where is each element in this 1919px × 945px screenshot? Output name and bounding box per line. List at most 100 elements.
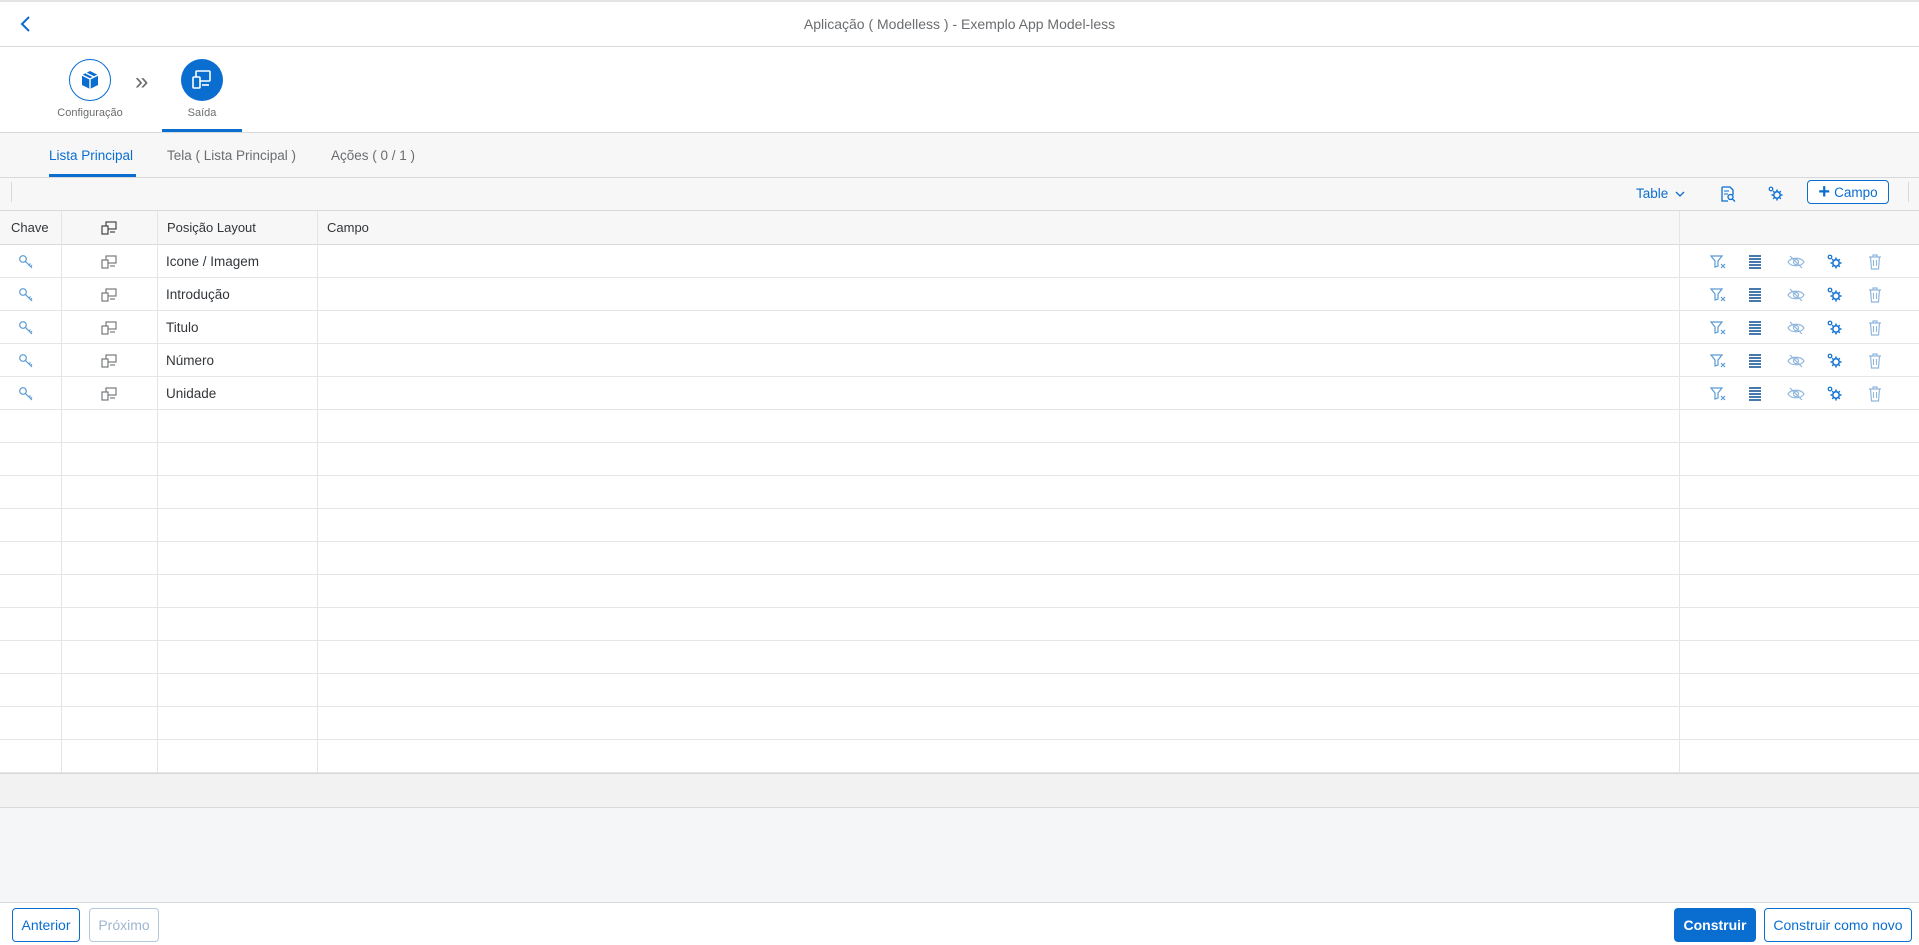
key-icon[interactable] <box>17 319 35 337</box>
filter-clear-icon[interactable] <box>1709 286 1727 304</box>
filter-clear-icon[interactable] <box>1709 253 1727 271</box>
hide-icon[interactable] <box>1787 385 1805 403</box>
column-divider <box>317 211 318 773</box>
settings-icon[interactable] <box>1826 385 1844 403</box>
table-body: Icone / Imagem Introdução Titulo Número Unid… <box>0 245 1919 773</box>
tab-lista-principal[interactable]: Lista Principal <box>49 148 133 163</box>
devices-icon <box>100 286 118 304</box>
text-align-justified-icon[interactable] <box>1746 319 1764 337</box>
column-divider <box>61 211 62 773</box>
table-header: Chave Posição Layout Campo <box>0 211 1919 245</box>
tab-acoes[interactable]: Ações ( 0 / 1 ) <box>331 148 415 163</box>
wizard-steps: Configuração » Saída <box>0 47 1919 133</box>
position-layout-cell: Número <box>166 353 215 368</box>
delete-icon[interactable] <box>1866 286 1884 304</box>
wizard-step-configuracao[interactable]: Configuração <box>40 59 140 119</box>
filter-clear-icon[interactable] <box>1709 352 1727 370</box>
text-align-justified-icon[interactable] <box>1746 385 1764 403</box>
filter-clear-icon[interactable] <box>1709 319 1727 337</box>
text-align-justified-icon[interactable] <box>1746 286 1764 304</box>
settings-icon[interactable] <box>1826 319 1844 337</box>
settings-gears-icon[interactable] <box>1765 183 1787 205</box>
app-header: Aplicação ( Modelless ) - Exemplo App Mo… <box>0 2 1919 47</box>
wizard-step-label: Saída <box>187 107 217 119</box>
construir-como-novo-button[interactable]: Construir como novo <box>1764 908 1912 942</box>
table-row[interactable]: Titulo <box>0 311 1919 344</box>
search-document-icon[interactable] <box>1717 183 1739 205</box>
active-step-indicator <box>162 129 242 132</box>
separator <box>1908 182 1909 202</box>
footer-bar: Anterior Próximo Construir Construir com… <box>0 902 1919 945</box>
devices-icon <box>100 219 118 237</box>
key-icon[interactable] <box>17 385 35 403</box>
add-campo-button[interactable]: + Campo <box>1807 180 1889 204</box>
table-row-empty <box>0 476 1919 509</box>
table-row[interactable]: Número <box>0 344 1919 377</box>
add-campo-label: Campo <box>1834 184 1878 200</box>
filter-clear-icon[interactable] <box>1709 385 1727 403</box>
table-row[interactable]: Introdução <box>0 278 1919 311</box>
position-layout-cell: Icone / Imagem <box>166 254 260 269</box>
view-select-value: Table <box>1636 186 1669 201</box>
hide-icon[interactable] <box>1787 319 1805 337</box>
key-icon[interactable] <box>17 352 35 370</box>
table-row-empty <box>0 608 1919 641</box>
table-row-empty <box>0 707 1919 740</box>
table-row-empty <box>0 641 1919 674</box>
table-row[interactable]: Icone / Imagem <box>0 245 1919 278</box>
hide-icon[interactable] <box>1787 253 1805 271</box>
column-header-campo[interactable]: Campo <box>327 220 369 235</box>
column-divider <box>1679 211 1680 773</box>
table-row[interactable]: Unidade <box>0 377 1919 410</box>
page-title: Aplicação ( Modelless ) - Exemplo App Mo… <box>803 16 1116 32</box>
tab-tela-lista-principal[interactable]: Tela ( Lista Principal ) <box>167 148 296 163</box>
delete-icon[interactable] <box>1866 319 1884 337</box>
table-row-empty <box>0 575 1919 608</box>
text-align-justified-icon[interactable] <box>1746 352 1764 370</box>
table-row-empty <box>0 443 1919 476</box>
key-icon[interactable] <box>17 253 35 271</box>
table-row-empty <box>0 410 1919 443</box>
settings-icon[interactable] <box>1826 352 1844 370</box>
separator <box>11 182 12 202</box>
settings-icon[interactable] <box>1826 286 1844 304</box>
view-select[interactable]: Table <box>1636 186 1686 201</box>
chevron-double-right-icon: » <box>135 68 149 95</box>
chevron-down-icon <box>1675 191 1685 197</box>
devices-icon <box>100 253 118 271</box>
proximo-button[interactable]: Próximo <box>89 908 159 942</box>
devices-icon <box>100 319 118 337</box>
delete-icon[interactable] <box>1866 352 1884 370</box>
settings-icon[interactable] <box>1826 253 1844 271</box>
text-align-justified-icon[interactable] <box>1746 253 1764 271</box>
construir-button[interactable]: Construir <box>1674 908 1756 942</box>
devices-icon <box>100 352 118 370</box>
table-row-empty <box>0 674 1919 707</box>
delete-icon[interactable] <box>1866 253 1884 271</box>
plus-icon: + <box>1818 181 1831 203</box>
table-toolbar: Table + Campo <box>0 178 1919 211</box>
delete-icon[interactable] <box>1866 385 1884 403</box>
column-header-chave[interactable]: Chave <box>11 220 49 235</box>
table-row-empty <box>0 542 1919 575</box>
hide-icon[interactable] <box>1787 352 1805 370</box>
column-header-posicao-layout[interactable]: Posição Layout <box>167 220 256 235</box>
fields-table: Chave Posição Layout Campo Icone / Image… <box>0 211 1919 773</box>
position-layout-cell: Titulo <box>166 320 199 335</box>
horizontal-scroll-area[interactable] <box>0 773 1919 808</box>
anterior-button[interactable]: Anterior <box>12 908 80 942</box>
position-layout-cell: Introdução <box>166 287 230 302</box>
tab-bar: Lista Principal Tela ( Lista Principal )… <box>0 133 1919 178</box>
devices-icon <box>181 59 223 101</box>
package-icon <box>69 59 111 101</box>
key-icon[interactable] <box>17 286 35 304</box>
devices-icon <box>100 385 118 403</box>
active-tab-indicator <box>49 174 136 177</box>
hide-icon[interactable] <box>1787 286 1805 304</box>
wizard-step-saida[interactable]: Saída <box>152 59 252 119</box>
wizard-step-label: Configuração <box>57 107 123 119</box>
table-row-empty <box>0 740 1919 773</box>
table-row-empty <box>0 509 1919 542</box>
column-divider <box>157 211 158 773</box>
position-layout-cell: Unidade <box>166 386 217 401</box>
